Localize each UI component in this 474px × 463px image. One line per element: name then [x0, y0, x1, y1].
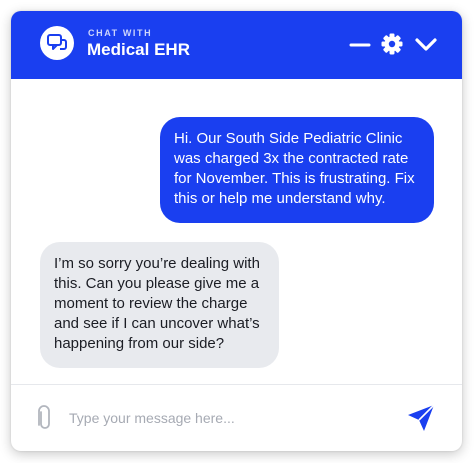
minimize-button[interactable] — [347, 31, 373, 57]
message-line: for November. This is frustrating. Fix — [174, 170, 415, 187]
user-message: Hi. Our South Side Pediatric Clinic was … — [160, 117, 434, 223]
chat-widget: CHAT WITH Medical EHR Hi. Our South Side… — [11, 11, 462, 451]
paperclip-icon — [38, 405, 50, 429]
collapse-button[interactable] — [413, 31, 439, 57]
message-line: happening from our side? — [54, 335, 225, 352]
message-input[interactable] — [69, 404, 389, 432]
settings-button[interactable] — [379, 31, 405, 57]
message-line: this or help me understand why. — [174, 190, 386, 207]
header-title: Medical EHR — [87, 40, 190, 59]
message-line: Hi. Our South Side Pediatric Clinic — [174, 130, 403, 147]
chevron-down-icon — [415, 38, 437, 51]
message-line: and see if I can uncover what’s — [54, 315, 260, 332]
message-line: this. Can you please give me a — [54, 275, 260, 292]
gear-icon — [381, 33, 403, 55]
chat-header: CHAT WITH Medical EHR — [11, 11, 462, 79]
chat-bubbles-icon — [47, 34, 67, 50]
agent-message: I’m so sorry you’re dealing with this. C… — [40, 242, 279, 368]
attach-button[interactable] — [37, 405, 53, 431]
send-button[interactable] — [406, 403, 436, 433]
message-composer — [11, 385, 462, 451]
message-line: I’m so sorry you’re dealing with — [54, 255, 260, 272]
message-line: was charged 3x the contracted rate — [174, 150, 409, 167]
chat-logo — [40, 26, 74, 60]
header-eyebrow: CHAT WITH — [88, 28, 153, 38]
minimize-icon — [349, 43, 371, 47]
send-icon — [408, 404, 435, 431]
message-list: Hi. Our South Side Pediatric Clinic was … — [11, 79, 462, 384]
message-line: moment to review the charge — [54, 295, 248, 312]
